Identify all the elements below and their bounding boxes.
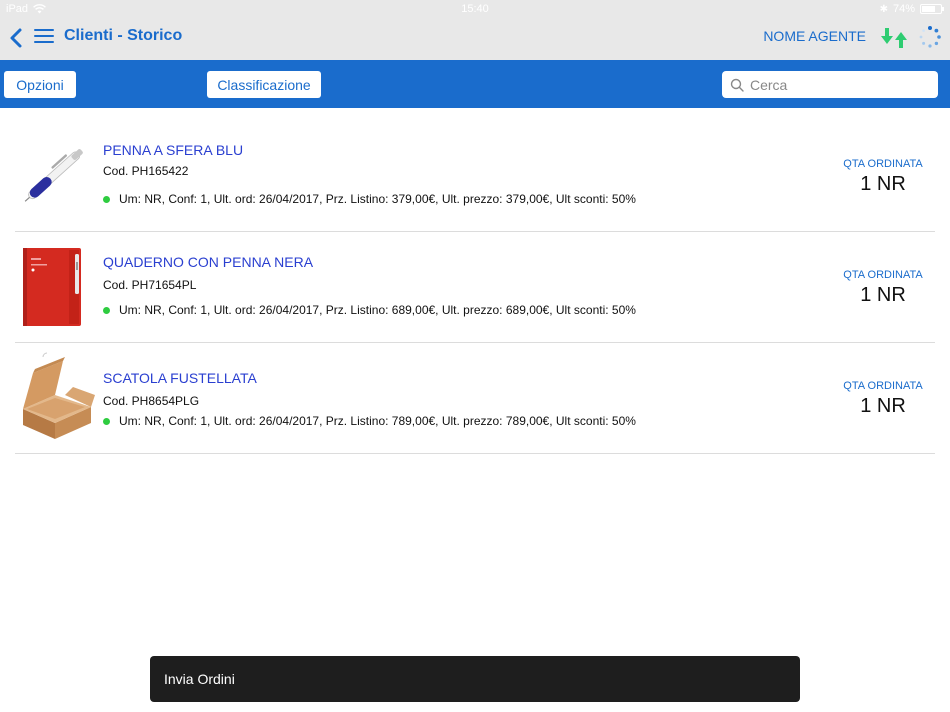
box-image	[17, 351, 97, 441]
search-icon	[730, 78, 744, 92]
status-dot	[103, 417, 110, 425]
ordered-qty-label: QTA ORDINATA	[843, 269, 923, 281]
status-dot	[103, 306, 110, 314]
back-chevron-icon[interactable]	[6, 24, 26, 52]
bluetooth-icon: ✱	[879, 3, 888, 15]
product-row[interactable]: QUADERNO CON PENNA NERA Cod. PH71654PL U…	[15, 232, 935, 343]
search-input[interactable]	[750, 76, 930, 93]
ordered-qty-label: QTA ORDINATA	[843, 158, 923, 170]
search-box	[722, 71, 938, 98]
pen-image	[17, 129, 97, 219]
product-info: Um: NR, Conf: 1, Ult. ord: 26/04/2017, P…	[103, 303, 636, 317]
filter-toolbar: Opzioni Classificazione	[0, 60, 950, 108]
loading-spinner-icon	[919, 26, 941, 48]
battery-percent: 74%	[892, 3, 915, 15]
send-orders-label: Invia Ordini	[164, 671, 235, 687]
product-name[interactable]: SCATOLA FUSTELLATA	[103, 370, 257, 386]
nav-bar: Clienti - Storico NOME AGENTE	[0, 20, 950, 60]
battery-icon	[920, 4, 944, 14]
product-row[interactable]: PENNA A SFERA BLU Cod. PH165422 Um: NR, …	[15, 121, 935, 232]
product-code: Cod. PH8654PLG	[103, 394, 200, 408]
page-title: Clienti - Storico	[64, 27, 183, 44]
product-info: Um: NR, Conf: 1, Ult. ord: 26/04/2017, P…	[103, 414, 636, 428]
product-code: Cod. PH71654PL	[103, 278, 197, 292]
app-header: iPad 15:40 ✱ 74% Clienti - Storico NOME …	[0, 0, 950, 60]
ordered-qty-label: QTA ORDINATA	[843, 380, 923, 392]
product-name[interactable]: PENNA A SFERA BLU	[103, 142, 243, 158]
product-code: Cod. PH165422	[103, 164, 189, 178]
product-name[interactable]: QUADERNO CON PENNA NERA	[103, 254, 313, 270]
hamburger-menu-icon[interactable]	[34, 29, 54, 45]
ordered-qty-value: 1 NR	[860, 395, 906, 417]
status-dot	[103, 195, 110, 203]
status-bar: iPad 15:40 ✱ 74%	[0, 0, 950, 20]
ordered-qty-value: 1 NR	[860, 173, 906, 195]
ordered-qty-value: 1 NR	[860, 284, 906, 306]
sync-arrows-icon[interactable]	[878, 24, 910, 52]
product-row[interactable]: SCATOLA FUSTELLATA Cod. PH8654PLG Um: NR…	[15, 343, 935, 454]
product-details: Um: NR, Conf: 1, Ult. ord: 26/04/2017, P…	[119, 303, 636, 317]
classification-button[interactable]: Classificazione	[207, 71, 321, 98]
status-time: 15:40	[461, 3, 489, 15]
product-details: Um: NR, Conf: 1, Ult. ord: 26/04/2017, P…	[119, 192, 636, 206]
agent-name[interactable]: NOME AGENTE	[763, 28, 866, 44]
battery-fill	[922, 6, 936, 12]
options-button[interactable]: Opzioni	[4, 71, 76, 98]
send-orders-button[interactable]: Invia Ordini	[150, 656, 800, 702]
product-list: PENNA A SFERA BLU Cod. PH165422 Um: NR, …	[15, 121, 935, 454]
notebook-image	[17, 240, 97, 330]
product-info: Um: NR, Conf: 1, Ult. ord: 26/04/2017, P…	[103, 192, 636, 206]
product-details: Um: NR, Conf: 1, Ult. ord: 26/04/2017, P…	[119, 414, 636, 428]
